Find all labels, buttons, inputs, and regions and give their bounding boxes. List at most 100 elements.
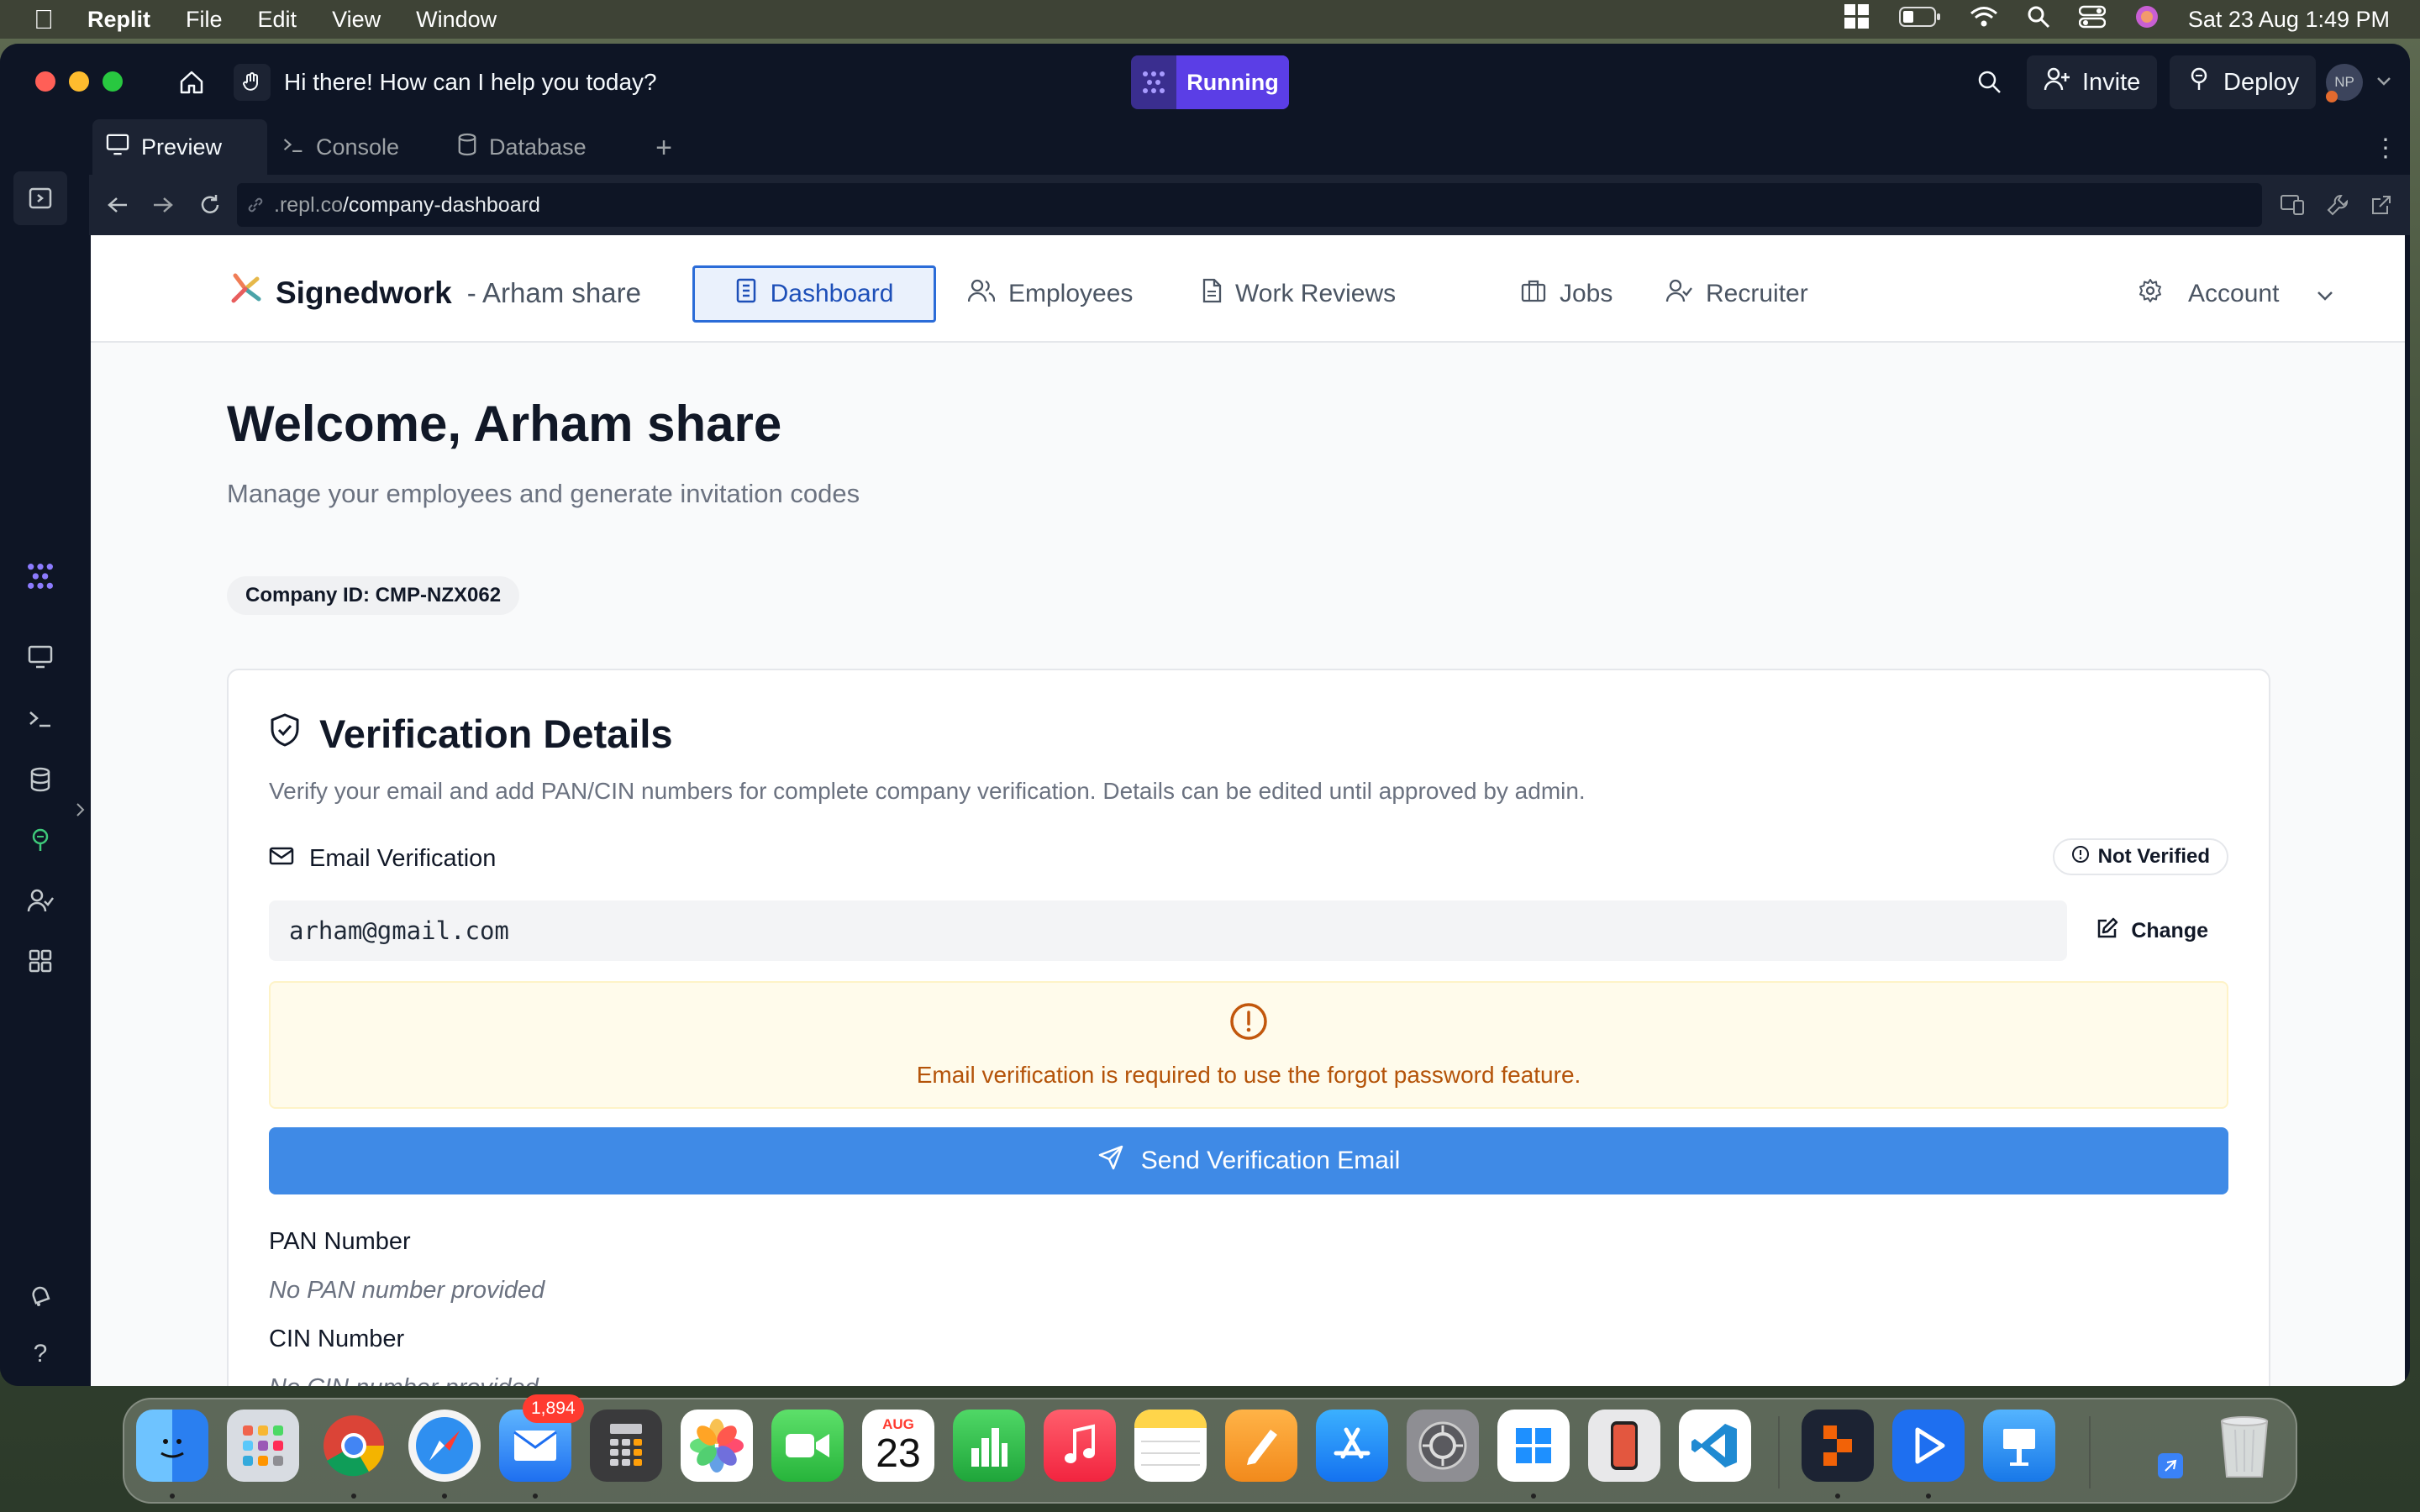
- menu-edit[interactable]: Edit: [258, 7, 297, 33]
- tab-database-label: Database: [489, 134, 587, 160]
- workspace-tabs: Preview Console Database + ⋮: [89, 119, 2410, 175]
- screen-recorder-icon[interactable]: [1892, 1410, 1965, 1482]
- url-host: .repl.co: [274, 192, 343, 217]
- preview-tool-icon[interactable]: [20, 637, 60, 677]
- run-status-button[interactable]: Running: [1131, 55, 1289, 109]
- pages-icon[interactable]: [1225, 1410, 1297, 1482]
- link-icon: [245, 195, 266, 221]
- database-tool-icon[interactable]: [20, 759, 60, 800]
- agent-tool-icon[interactable]: [20, 556, 60, 596]
- tab-database[interactable]: Database: [444, 119, 630, 175]
- help-icon[interactable]: ?: [20, 1334, 60, 1374]
- email-warning-text: Email verification is required to use th…: [916, 1061, 1581, 1088]
- forward-arrow-icon[interactable]: [146, 188, 180, 222]
- control-center-icon[interactable]: [2078, 5, 2107, 34]
- open-in-new-tab-icon[interactable]: [2366, 190, 2396, 220]
- nav-dashboard[interactable]: Dashboard: [692, 265, 936, 323]
- page-title: Welcome, Arham share: [227, 396, 782, 452]
- file-tree-toggle-icon[interactable]: [13, 171, 67, 225]
- screen-recorder-running-dot: [1926, 1494, 1931, 1499]
- agent-prompt-bar[interactable]: Hi there! How can I help you today?: [234, 61, 657, 103]
- devices-icon[interactable]: [2277, 190, 2307, 220]
- reload-icon[interactable]: [193, 188, 227, 222]
- all-tools-grid-icon[interactable]: [20, 941, 60, 981]
- menu-clock[interactable]: Sat 23 Aug 1:49 PM: [2188, 7, 2390, 33]
- change-email-button[interactable]: Change: [2075, 902, 2228, 959]
- nav-work-reviews[interactable]: Work Reviews: [1180, 265, 1418, 323]
- windows-grid-icon[interactable]: [1844, 3, 1870, 36]
- deployments-tool-icon[interactable]: [20, 820, 60, 860]
- invite-button[interactable]: Invite: [2027, 55, 2158, 109]
- document-icon: [1202, 278, 1222, 310]
- photos-icon[interactable]: [681, 1410, 753, 1482]
- apple-icon[interactable]: : [34, 4, 54, 35]
- keynote-icon[interactable]: [1983, 1410, 2055, 1482]
- tab-preview[interactable]: Preview: [92, 119, 267, 175]
- minimize-window-button[interactable]: [69, 71, 89, 92]
- cin-number-value: No CIN number provided: [269, 1374, 539, 1386]
- spotlight-search-icon[interactable]: [2027, 5, 2050, 34]
- close-window-button[interactable]: [35, 71, 55, 92]
- menu-file[interactable]: File: [186, 7, 223, 33]
- devtools-wrench-icon[interactable]: [2323, 190, 2353, 220]
- verification-title: Verification Details: [269, 711, 673, 757]
- cin-number-label: CIN Number: [269, 1326, 405, 1352]
- music-icon[interactable]: [1044, 1410, 1116, 1482]
- wifi-icon[interactable]: [1970, 5, 1998, 34]
- user-check-tool-icon[interactable]: [20, 880, 60, 921]
- finder-icon[interactable]: [136, 1410, 208, 1482]
- calendar-icon[interactable]: AUG 23: [862, 1410, 934, 1482]
- safari-icon[interactable]: [408, 1410, 481, 1482]
- company-name: - Arham share: [466, 276, 641, 308]
- chevron-down-icon[interactable]: [2375, 72, 2393, 91]
- email-field[interactable]: arham@gmail.com: [269, 900, 2067, 961]
- replit-running-dot: [1835, 1494, 1840, 1499]
- siri-icon[interactable]: [2134, 4, 2160, 35]
- chrome-icon[interactable]: [318, 1410, 390, 1482]
- replit-app-icon[interactable]: [1802, 1410, 1874, 1482]
- chevron-down-icon: [2316, 280, 2334, 308]
- more-options-icon[interactable]: ⋮: [2373, 131, 2398, 165]
- deploy-button[interactable]: Deploy: [2170, 55, 2317, 109]
- search-icon[interactable]: [1973, 66, 2007, 99]
- expand-rail-icon[interactable]: [72, 790, 89, 830]
- nav-jobs[interactable]: Jobs: [1499, 265, 1634, 323]
- trash-icon[interactable]: [2208, 1410, 2281, 1482]
- launchpad-icon[interactable]: [227, 1410, 299, 1482]
- back-arrow-icon[interactable]: [101, 188, 134, 222]
- app-store-icon[interactable]: [1316, 1410, 1388, 1482]
- nav-recruiter[interactable]: Recruiter: [1644, 265, 1830, 323]
- url-input[interactable]: .repl.co/company-dashboard: [237, 183, 2262, 227]
- facetime-icon[interactable]: [771, 1410, 844, 1482]
- menu-window[interactable]: Window: [416, 7, 497, 33]
- zoom-window-button[interactable]: [103, 71, 123, 92]
- account-menu[interactable]: Account: [2116, 265, 2356, 323]
- battery-icon[interactable]: [1898, 6, 1941, 34]
- edit-icon: [2096, 916, 2119, 946]
- brand[interactable]: Signedwork - Arham share: [227, 272, 641, 313]
- add-tab-icon[interactable]: +: [647, 131, 681, 165]
- calculator-icon[interactable]: [590, 1410, 662, 1482]
- notes-icon[interactable]: [1134, 1410, 1207, 1482]
- nav-employees[interactable]: Employees: [946, 265, 1155, 323]
- send-verification-email-button[interactable]: Send Verification Email: [269, 1127, 2228, 1194]
- tab-console[interactable]: Console: [269, 119, 440, 175]
- console-tool-icon[interactable]: [20, 699, 60, 739]
- windows-app-icon[interactable]: [1497, 1410, 1570, 1482]
- menu-app-name[interactable]: Replit: [87, 7, 150, 33]
- home-icon[interactable]: [175, 66, 208, 99]
- iphone-mirroring-icon[interactable]: [1588, 1410, 1660, 1482]
- menu-view[interactable]: View: [332, 7, 381, 33]
- notifications-icon[interactable]: [20, 1275, 60, 1315]
- preview-url-bar: .repl.co/company-dashboard: [89, 175, 2410, 235]
- numbers-icon[interactable]: [953, 1410, 1025, 1482]
- change-email-label: Change: [2131, 918, 2208, 942]
- nav-recruiter-label: Recruiter: [1706, 280, 1808, 307]
- shield-check-icon: [269, 711, 301, 757]
- url-path: /company-dashboard: [342, 192, 540, 217]
- downloads-stack-icon[interactable]: [2158, 1453, 2183, 1478]
- vscode-icon[interactable]: [1679, 1410, 1751, 1482]
- alert-circle-icon: [2071, 845, 2090, 869]
- system-settings-icon[interactable]: [1407, 1410, 1479, 1482]
- left-tool-rail: ?: [0, 119, 89, 1386]
